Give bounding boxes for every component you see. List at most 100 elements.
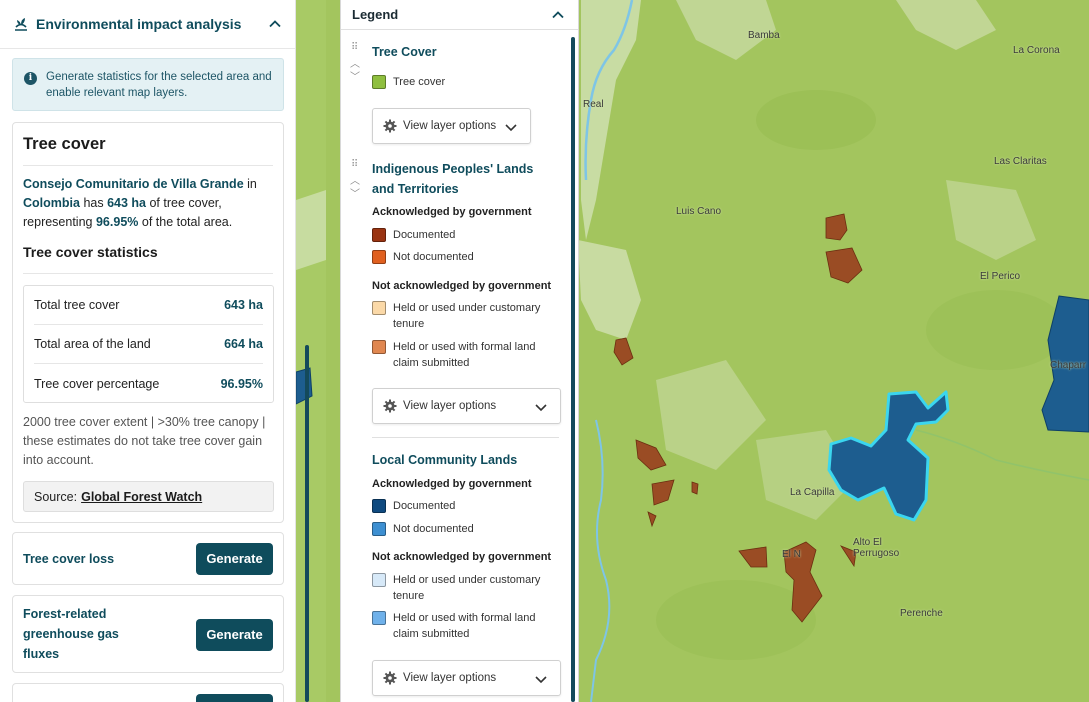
- place-label: La Capilla: [790, 487, 835, 498]
- legend-item: Held or used with formal land claim subm…: [372, 339, 552, 371]
- legend-item-label: Documented: [393, 500, 456, 512]
- legend-swatch: [372, 499, 386, 513]
- place-label: El N: [782, 549, 801, 560]
- place-label: El Perico: [980, 271, 1021, 282]
- legend-panel: Legend ⠿ ︿ ﹀ Tree Cover Tree cover View l…: [340, 0, 579, 702]
- tree-cover-title: Tree cover: [23, 135, 106, 153]
- legend-title: Legend: [352, 7, 399, 22]
- tree-cover-note: 2000 tree cover extent | >30% tree canop…: [23, 415, 266, 467]
- stats-table: Total tree cover 643 ha Total area of th…: [23, 285, 274, 403]
- legend-item-label: Held or used with formal land claim subm…: [393, 341, 536, 369]
- place-label: Real: [583, 99, 604, 110]
- legend-item: Held or used with formal land claim subm…: [372, 610, 552, 642]
- legend-item: Held or used under customary tenure: [372, 572, 552, 604]
- view-options-label: View layer options: [403, 120, 497, 132]
- view-options-label: View layer options: [403, 672, 497, 684]
- stat-value: 643 ha: [224, 298, 263, 312]
- legend-item-label: Not documented: [393, 523, 474, 535]
- legend-swatch: [372, 228, 386, 242]
- drag-handle-icon[interactable]: ⠿: [351, 43, 358, 53]
- place-label: Chaparr: [1050, 360, 1087, 371]
- reorder-arrows-icon[interactable]: ︿ ﹀: [350, 58, 360, 84]
- tree-cover-summary: Consejo Comunitario de Villa Grande in C…: [23, 175, 273, 232]
- area-name-link[interactable]: Consejo Comunitario de Villa Grande: [23, 177, 244, 191]
- generate-button[interactable]: Generate: [196, 619, 273, 651]
- stat-row: Tree cover percentage 96.95%: [34, 364, 263, 403]
- view-layer-options-button[interactable]: View layer options: [372, 108, 531, 144]
- stat-label: Tree cover percentage: [34, 376, 160, 391]
- reorder-arrows-icon[interactable]: ︿ ﹀: [350, 175, 360, 201]
- place-label: Las Claritas: [994, 156, 1047, 167]
- gear-icon: [383, 671, 397, 685]
- summary-text: of tree cover,: [149, 196, 222, 210]
- legend-subheading: Acknowledged by government: [372, 478, 532, 490]
- summary-text: in: [247, 177, 257, 191]
- layer-title-tree-cover: Tree Cover: [372, 45, 437, 59]
- legend-subheading: Acknowledged by government: [372, 206, 532, 218]
- chevron-down-icon: [505, 124, 517, 132]
- source-box: Source: Global Forest Watch: [23, 481, 274, 512]
- place-label: Alto El Perrugoso: [853, 537, 900, 559]
- view-layer-options-button[interactable]: View layer options: [372, 388, 561, 424]
- summary-text: has: [83, 196, 104, 210]
- tree-cover-amount: 643 ha: [107, 196, 146, 210]
- layer-title-local-community: Local Community Lands: [372, 453, 518, 467]
- chevron-up-icon[interactable]: [550, 7, 566, 23]
- country-link[interactable]: Colombia: [23, 196, 80, 210]
- legend-subheading: Not acknowledged by government: [372, 280, 552, 292]
- tree-cover-loss-card: Tree cover loss Generate: [12, 532, 284, 585]
- info-text: Generate statistics for the selected are…: [46, 71, 272, 99]
- map-scrollbar[interactable]: [305, 345, 309, 702]
- panel-title: Environmental impact analysis: [36, 16, 242, 32]
- summary-text: of the total area.: [141, 215, 233, 229]
- chevron-up-icon[interactable]: [267, 16, 283, 32]
- next-analysis-card: [12, 683, 284, 702]
- legend-swatch: [372, 301, 386, 315]
- legend-item: Documented: [372, 498, 552, 514]
- analysis-panel: Environmental impact analysis i Generate…: [0, 0, 296, 702]
- place-label: La Corona: [1013, 45, 1060, 56]
- legend-item-label: Held or used under customary tenure: [393, 574, 541, 602]
- legend-swatch: [372, 250, 386, 264]
- legend-swatch: [372, 611, 386, 625]
- card-label: Forest-related greenhouse gas fluxes: [23, 607, 119, 661]
- generate-button[interactable]: Generate: [196, 543, 273, 575]
- legend-swatch: [372, 573, 386, 587]
- legend-item-label: Not documented: [393, 251, 474, 263]
- place-label: Luis Cano: [676, 206, 722, 217]
- source-link[interactable]: Global Forest Watch: [81, 490, 202, 504]
- info-icon: i: [24, 72, 37, 85]
- place-label: Perenche: [900, 608, 943, 619]
- legend-item: Tree cover: [372, 74, 552, 90]
- gear-icon: [383, 399, 397, 413]
- source-label: Source:: [34, 489, 78, 504]
- legend-item-label: Documented: [393, 229, 456, 241]
- tree-cover-card: Tree cover Consejo Comunitario de Villa …: [12, 122, 284, 523]
- legend-item-label: Held or used under customary tenure: [393, 302, 541, 330]
- environment-icon: [15, 18, 27, 31]
- chevron-down-icon: [535, 404, 547, 412]
- stat-label: Total area of the land: [34, 337, 151, 351]
- divider: [23, 273, 273, 274]
- stat-label: Total tree cover: [34, 298, 120, 312]
- divider: [23, 165, 273, 166]
- view-layer-options-button[interactable]: View layer options: [372, 660, 561, 696]
- divider: [372, 437, 559, 438]
- stats-title: Tree cover statistics: [23, 244, 158, 260]
- legend-header[interactable]: Legend: [341, 0, 578, 30]
- gear-icon: [383, 119, 397, 133]
- panel-header[interactable]: Environmental impact analysis: [0, 0, 295, 49]
- stat-row: Total tree cover 643 ha: [34, 286, 263, 325]
- legend-item-label: Tree cover: [393, 76, 446, 88]
- generate-button[interactable]: [196, 694, 273, 702]
- stat-value: 664 ha: [224, 337, 263, 351]
- info-message: i Generate statistics for the selected a…: [12, 58, 284, 111]
- legend-swatch: [372, 522, 386, 536]
- legend-item: Not documented: [372, 521, 552, 537]
- legend-subheading: Not acknowledged by government: [372, 551, 552, 563]
- view-options-label: View layer options: [403, 400, 497, 412]
- legend-swatch: [372, 340, 386, 354]
- legend-scrollbar[interactable]: [571, 37, 575, 702]
- summary-text: representing: [23, 215, 93, 229]
- drag-handle-icon[interactable]: ⠿: [351, 160, 358, 170]
